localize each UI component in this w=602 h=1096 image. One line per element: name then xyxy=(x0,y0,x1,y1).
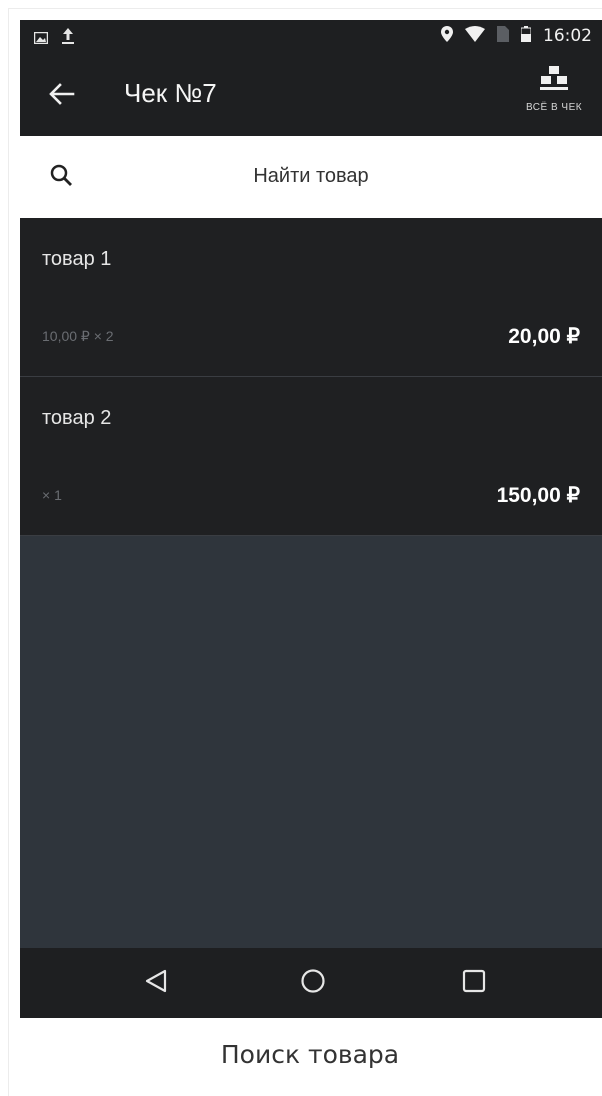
nav-back-button[interactable] xyxy=(136,965,176,1001)
all-to-check-button[interactable]: ВСЁ В ЧЕК xyxy=(514,66,594,130)
back-button[interactable] xyxy=(42,76,82,116)
stack-icon xyxy=(540,66,568,96)
item-sum: 20,00 ₽ xyxy=(508,325,580,348)
item-price-qty: × 1 xyxy=(42,487,62,503)
system-nav-bar xyxy=(20,948,602,1018)
triangle-back-icon xyxy=(145,969,167,997)
arrow-back-icon xyxy=(49,83,75,109)
search-placeholder: Найти товар xyxy=(253,165,369,187)
app-toolbar: Чек №7 ВСЁ В ЧЕК xyxy=(20,56,602,136)
image-icon xyxy=(33,29,49,48)
item-name: товар 1 xyxy=(42,248,112,270)
wifi-icon xyxy=(465,26,485,46)
status-bar: 16:02 xyxy=(20,20,602,56)
list-item[interactable]: товар 1 10,00 ₽ × 2 20,00 ₽ xyxy=(20,218,602,377)
status-time: 16:02 xyxy=(543,26,592,46)
all-to-check-label: ВСЁ В ЧЕК xyxy=(525,102,583,113)
item-sum: 150,00 ₽ xyxy=(496,484,580,507)
image-caption: Поиск товара xyxy=(220,1040,400,1069)
list-item[interactable]: товар 2 × 1 150,00 ₽ xyxy=(20,377,602,536)
nav-recents-button[interactable] xyxy=(454,965,494,1001)
square-recents-icon xyxy=(462,969,486,997)
upload-icon xyxy=(62,28,74,48)
location-icon xyxy=(441,26,453,46)
item-price-qty: 10,00 ₽ × 2 xyxy=(42,328,114,344)
item-name: товар 2 xyxy=(42,407,112,429)
page-title: Чек №7 xyxy=(124,78,217,108)
nav-home-button[interactable] xyxy=(293,965,333,1001)
circle-home-icon xyxy=(300,968,326,998)
battery-icon xyxy=(520,26,532,46)
search-bar[interactable]: Найти товар xyxy=(20,136,602,218)
phone-screen: 16:02 Чек №7 ВСЁ В ЧЕК Найти товар товар… xyxy=(20,20,602,1018)
no-sim-icon xyxy=(497,26,509,46)
